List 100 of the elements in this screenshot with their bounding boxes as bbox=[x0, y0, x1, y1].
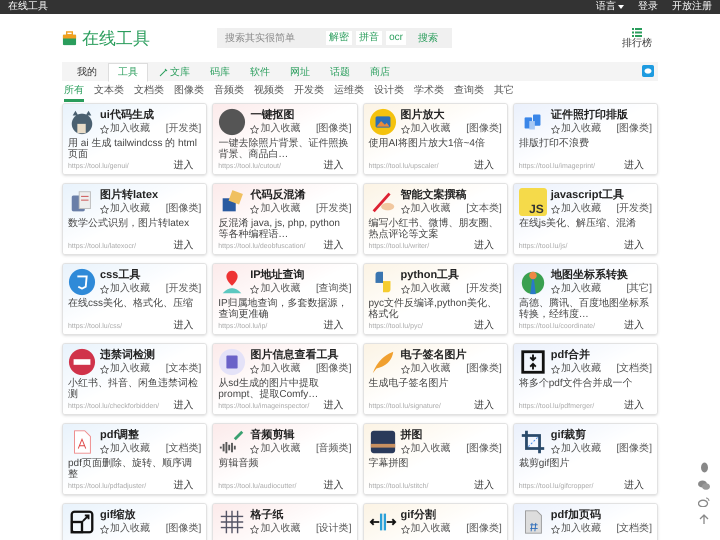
tool-title[interactable]: python工具 bbox=[400, 268, 502, 282]
tool-title[interactable]: 格子纸 bbox=[250, 508, 352, 522]
favorite-link[interactable]: 加入收藏 bbox=[550, 443, 601, 455]
favorite-link[interactable]: 加入收藏 bbox=[550, 203, 601, 215]
enter-link[interactable]: 进入 bbox=[324, 161, 344, 171]
enter-link[interactable]: 进入 bbox=[173, 401, 194, 411]
tool-title[interactable]: 拼图 bbox=[400, 428, 502, 442]
chat-bubbles-icon[interactable] bbox=[698, 480, 710, 490]
favorite-link[interactable]: 加入收藏 bbox=[250, 123, 300, 135]
favorite-link[interactable]: 加入收藏 bbox=[100, 203, 150, 215]
back-to-top-icon[interactable] bbox=[699, 514, 709, 525]
enter-link[interactable]: 进入 bbox=[474, 241, 494, 251]
tool-card[interactable]: 格子纸 加入收藏 [设计类] bbox=[212, 503, 358, 540]
tool-title[interactable]: pdf合并 bbox=[550, 348, 652, 362]
enter-link[interactable]: 进入 bbox=[624, 481, 644, 491]
tool-title[interactable]: gif缩放 bbox=[100, 508, 202, 522]
top-link[interactable]: 登录 bbox=[638, 2, 658, 12]
favorite-link[interactable]: 加入收藏 bbox=[100, 363, 150, 375]
filter-tab[interactable]: 运维类 bbox=[334, 82, 364, 102]
filter-tab[interactable]: 设计类 bbox=[374, 82, 404, 102]
list-icon[interactable] bbox=[632, 28, 642, 36]
favorite-link[interactable]: 加入收藏 bbox=[550, 523, 601, 535]
favorite-link[interactable]: 加入收藏 bbox=[400, 203, 450, 215]
enter-link[interactable]: 进入 bbox=[474, 321, 494, 331]
language-menu[interactable]: 语言 bbox=[596, 2, 624, 12]
top-link[interactable]: 开放注册 bbox=[672, 2, 712, 12]
enter-link[interactable]: 进入 bbox=[324, 321, 344, 331]
tool-card[interactable]: gif缩放 加入收藏 [图像类] bbox=[62, 503, 208, 540]
tool-title[interactable]: 违禁词检测 bbox=[100, 348, 202, 362]
favorite-link[interactable]: 加入收藏 bbox=[100, 123, 150, 135]
enter-link[interactable]: 进入 bbox=[474, 481, 494, 491]
social-icon[interactable] bbox=[698, 497, 710, 507]
favorite-link[interactable]: 加入收藏 bbox=[400, 363, 450, 375]
favorite-link[interactable]: 加入收藏 bbox=[250, 363, 300, 375]
enter-link[interactable]: 进入 bbox=[173, 161, 194, 171]
chat-icon[interactable] bbox=[642, 65, 654, 77]
tool-title[interactable]: 地图坐标系转换 bbox=[550, 268, 652, 282]
enter-link[interactable]: 进入 bbox=[324, 481, 344, 491]
search-bar[interactable]: 搜索其实很简单 解密 拼音 ocr 搜索 bbox=[217, 28, 452, 48]
favorite-link[interactable]: 加入收藏 bbox=[400, 283, 450, 295]
favorite-link[interactable]: 加入收藏 bbox=[550, 123, 601, 135]
enter-link[interactable]: 进入 bbox=[474, 161, 494, 171]
tool-title[interactable]: 一键抠图 bbox=[250, 108, 352, 122]
filter-tab[interactable]: 学术类 bbox=[414, 82, 444, 102]
filter-tab[interactable]: 文本类 bbox=[94, 82, 124, 102]
filter-tab[interactable]: 其它 bbox=[494, 82, 514, 102]
photo-placeholder bbox=[218, 108, 246, 136]
favorite-link[interactable]: 加入收藏 bbox=[250, 443, 300, 455]
enter-link[interactable]: 进入 bbox=[324, 401, 344, 411]
favorite-link[interactable]: 加入收藏 bbox=[550, 363, 601, 375]
tool-title[interactable]: IP地址查询 bbox=[250, 268, 352, 282]
enter-link[interactable]: 进入 bbox=[624, 321, 644, 331]
tool-title[interactable]: pdf调整 bbox=[100, 428, 202, 442]
tool-card[interactable]: pdf加页码 加入收藏 [文档类] bbox=[512, 503, 658, 540]
favorite-link[interactable]: 加入收藏 bbox=[100, 523, 150, 535]
star-icon bbox=[100, 204, 109, 214]
tool-card[interactable]: gif分割 加入收藏 [图像类] bbox=[362, 503, 508, 540]
enter-link[interactable]: 进入 bbox=[173, 321, 194, 331]
favorite-link[interactable]: 加入收藏 bbox=[250, 283, 300, 295]
star-icon bbox=[250, 444, 260, 454]
favorite-link[interactable]: 加入收藏 bbox=[100, 443, 150, 455]
enter-link[interactable]: 进入 bbox=[624, 161, 644, 171]
tool-title[interactable]: 音频剪辑 bbox=[250, 428, 352, 442]
tool-title[interactable]: gif裁剪 bbox=[550, 428, 652, 442]
favorite-link[interactable]: 加入收藏 bbox=[250, 203, 300, 215]
ranking-link[interactable]: 排行榜 bbox=[622, 38, 652, 48]
favorite-link[interactable]: 加入收藏 bbox=[250, 523, 300, 535]
filter-tab[interactable]: 文档类 bbox=[134, 82, 164, 102]
enter-link[interactable]: 进入 bbox=[624, 401, 644, 411]
quick-link[interactable]: 解密 bbox=[326, 31, 352, 45]
enter-link[interactable]: 进入 bbox=[173, 241, 194, 251]
favorite-link[interactable]: 加入收藏 bbox=[400, 123, 450, 135]
nav-tab[interactable]: 工具 bbox=[108, 63, 148, 82]
enter-link[interactable]: 进入 bbox=[624, 241, 644, 251]
tool-title[interactable]: 图片转latex bbox=[100, 188, 202, 202]
enter-link[interactable]: 进入 bbox=[474, 401, 494, 411]
tool-title[interactable]: javascript工具 bbox=[550, 188, 652, 202]
nav-tab[interactable]: 我的 bbox=[68, 64, 106, 81]
filter-tab[interactable]: 视频类 bbox=[254, 82, 284, 102]
favorite-link[interactable]: 加入收藏 bbox=[400, 443, 450, 455]
tool-title[interactable]: gif分割 bbox=[400, 508, 502, 522]
enter-link[interactable]: 进入 bbox=[173, 481, 194, 491]
tool-title[interactable]: 图片信息查看工具 bbox=[250, 348, 352, 362]
tool-title[interactable]: 代码反混淆 bbox=[250, 188, 352, 202]
filter-tab[interactable]: 图像类 bbox=[174, 82, 204, 102]
tool-title[interactable]: ui代码生成 bbox=[100, 108, 202, 122]
tool-title[interactable]: 图片放大 bbox=[400, 108, 502, 122]
filter-tab[interactable]: 音频类 bbox=[214, 82, 244, 102]
enter-link[interactable]: 进入 bbox=[324, 241, 344, 251]
filter-tab[interactable]: 查询类 bbox=[454, 82, 484, 102]
tool-title[interactable]: 电子签名图片 bbox=[400, 348, 502, 362]
filter-tab[interactable]: 开发类 bbox=[294, 82, 324, 102]
tool-title[interactable]: 证件照打印排版 bbox=[550, 108, 652, 122]
favorite-link[interactable]: 加入收藏 bbox=[100, 283, 150, 295]
tool-title[interactable]: 智能文案撰稿 bbox=[400, 188, 502, 202]
site-title[interactable]: 在线工具 bbox=[8, 2, 48, 12]
favorite-link[interactable]: 加入收藏 bbox=[400, 523, 450, 535]
favorite-link[interactable]: 加入收藏 bbox=[550, 283, 601, 295]
tool-title[interactable]: pdf加页码 bbox=[550, 508, 652, 522]
tool-title[interactable]: css工具 bbox=[100, 268, 202, 282]
